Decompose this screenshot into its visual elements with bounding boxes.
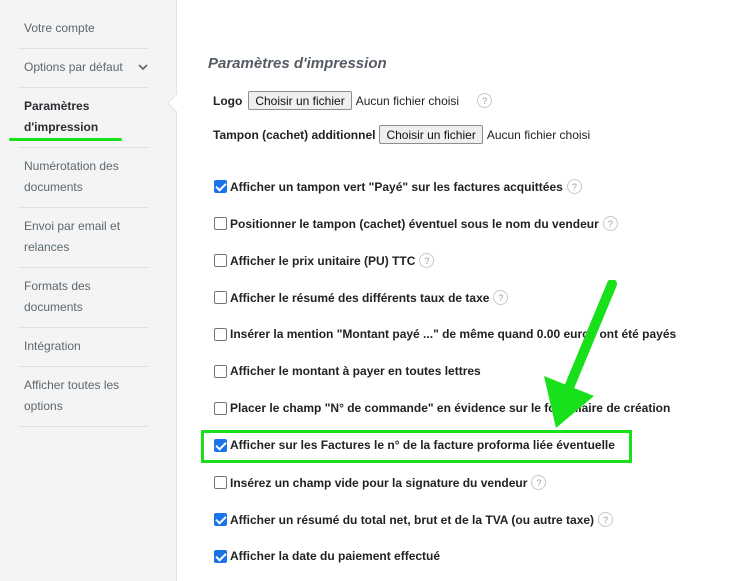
checkbox[interactable] [214, 401, 227, 415]
checkbox[interactable] [214, 217, 227, 230]
sidebar-divider [18, 87, 149, 88]
option-label: Afficher un tampon vert "Payé" sur les f… [230, 179, 563, 194]
stamp-label: Tampon (cachet) additionnel [213, 127, 376, 142]
option-resume-taux-taxe[interactable]: Afficher le résumé des différents taux d… [214, 290, 509, 305]
sidebar-item-numerotation[interactable]: Numérotation des documents [24, 156, 149, 198]
sidebar-item-integration[interactable]: Intégration [24, 336, 149, 357]
option-resume-total-tva[interactable]: Afficher un résumé du total net, brut et… [214, 512, 614, 527]
option-label: Afficher le prix unitaire (PU) TTC [230, 253, 416, 268]
sidebar-divider [18, 267, 149, 268]
sidebar-divider [18, 366, 149, 367]
sidebar-item-votre-compte[interactable]: Votre compte [24, 18, 149, 39]
checkbox[interactable] [214, 364, 227, 378]
option-position-tampon[interactable]: Positionner le tampon (cachet) éventuel … [214, 216, 618, 231]
sidebar-item-parametres-impression[interactable]: Paramètres d'impression [24, 96, 149, 138]
option-tampon-paye[interactable]: Afficher un tampon vert "Payé" sur les f… [214, 179, 582, 194]
checkbox[interactable] [214, 513, 227, 526]
option-numero-commande[interactable]: Placer le champ "N° de commande" en évid… [214, 401, 670, 415]
option-label: Afficher le résumé des différents taux d… [230, 290, 490, 305]
sidebar-item-envoi-email[interactable]: Envoi par email et relances [24, 216, 149, 258]
option-mention-montant-paye[interactable]: Insérer la mention "Montant payé ..." de… [214, 327, 676, 341]
option-signature-vendeur[interactable]: Insérez un champ vide pour la signature … [214, 475, 547, 490]
sidebar-divider [18, 48, 149, 49]
help-icon[interactable]: ? [598, 512, 614, 527]
checkbox[interactable] [214, 476, 227, 489]
sidebar-item-toutes-options[interactable]: Afficher toutes les options [24, 375, 149, 417]
sidebar-divider [18, 426, 149, 427]
active-item-underline [9, 138, 122, 141]
logo-upload-row: Logo Choisir un fichier Aucun fichier ch… [213, 91, 493, 110]
checkbox[interactable] [214, 180, 227, 193]
option-prix-unitaire-ttc[interactable]: Afficher le prix unitaire (PU) TTC ? [214, 253, 435, 268]
option-label: Afficher un résumé du total net, brut et… [230, 512, 595, 527]
option-label: Placer le champ "N° de commande" en évid… [230, 401, 671, 415]
logo-label: Logo [213, 93, 243, 108]
option-label: Afficher la date du paiement effectué [230, 549, 441, 563]
highlight-annotation-box [201, 430, 632, 463]
option-date-paiement[interactable]: Afficher la date du paiement effectué [214, 549, 440, 563]
help-icon[interactable]: ? [602, 216, 618, 231]
option-label: Positionner le tampon (cachet) éventuel … [230, 216, 599, 231]
stamp-file-status: Aucun fichier choisi [486, 127, 591, 142]
option-label: Insérer la mention "Montant payé ..." de… [230, 327, 677, 341]
sidebar-item-formats[interactable]: Formats des documents [24, 276, 149, 318]
help-icon[interactable]: ? [531, 475, 547, 490]
print-settings-panel: Paramètres d'impression Logo Choisir un … [178, 0, 744, 581]
settings-sidebar: Votre compte Options par défaut Paramètr… [0, 0, 177, 581]
checkbox[interactable] [214, 254, 227, 267]
sidebar-divider [18, 327, 149, 328]
chevron-down-icon[interactable] [138, 62, 148, 72]
sidebar-item-options-par-defaut[interactable]: Options par défaut [24, 57, 149, 78]
sidebar-divider [18, 207, 149, 208]
option-label: Insérez un champ vide pour la signature … [230, 475, 528, 490]
help-icon[interactable]: ? [493, 290, 509, 305]
option-montant-lettres[interactable]: Afficher le montant à payer en toutes le… [214, 364, 481, 378]
stamp-upload-row: Tampon (cachet) additionnel Choisir un f… [213, 125, 590, 144]
logo-file-status: Aucun fichier choisi [355, 93, 460, 108]
sidebar-divider [18, 147, 149, 148]
help-icon[interactable]: ? [566, 179, 582, 194]
page-title: Paramètres d'impression [208, 55, 387, 72]
checkbox[interactable] [214, 327, 227, 341]
help-icon[interactable]: ? [419, 253, 435, 268]
checkbox[interactable] [214, 291, 227, 304]
option-label: Afficher le montant à payer en toutes le… [230, 364, 481, 378]
logo-choose-file-button[interactable]: Choisir un fichier [248, 91, 352, 110]
checkbox[interactable] [214, 549, 227, 563]
stamp-choose-file-button[interactable]: Choisir un fichier [379, 125, 483, 144]
help-icon[interactable]: ? [477, 93, 493, 108]
